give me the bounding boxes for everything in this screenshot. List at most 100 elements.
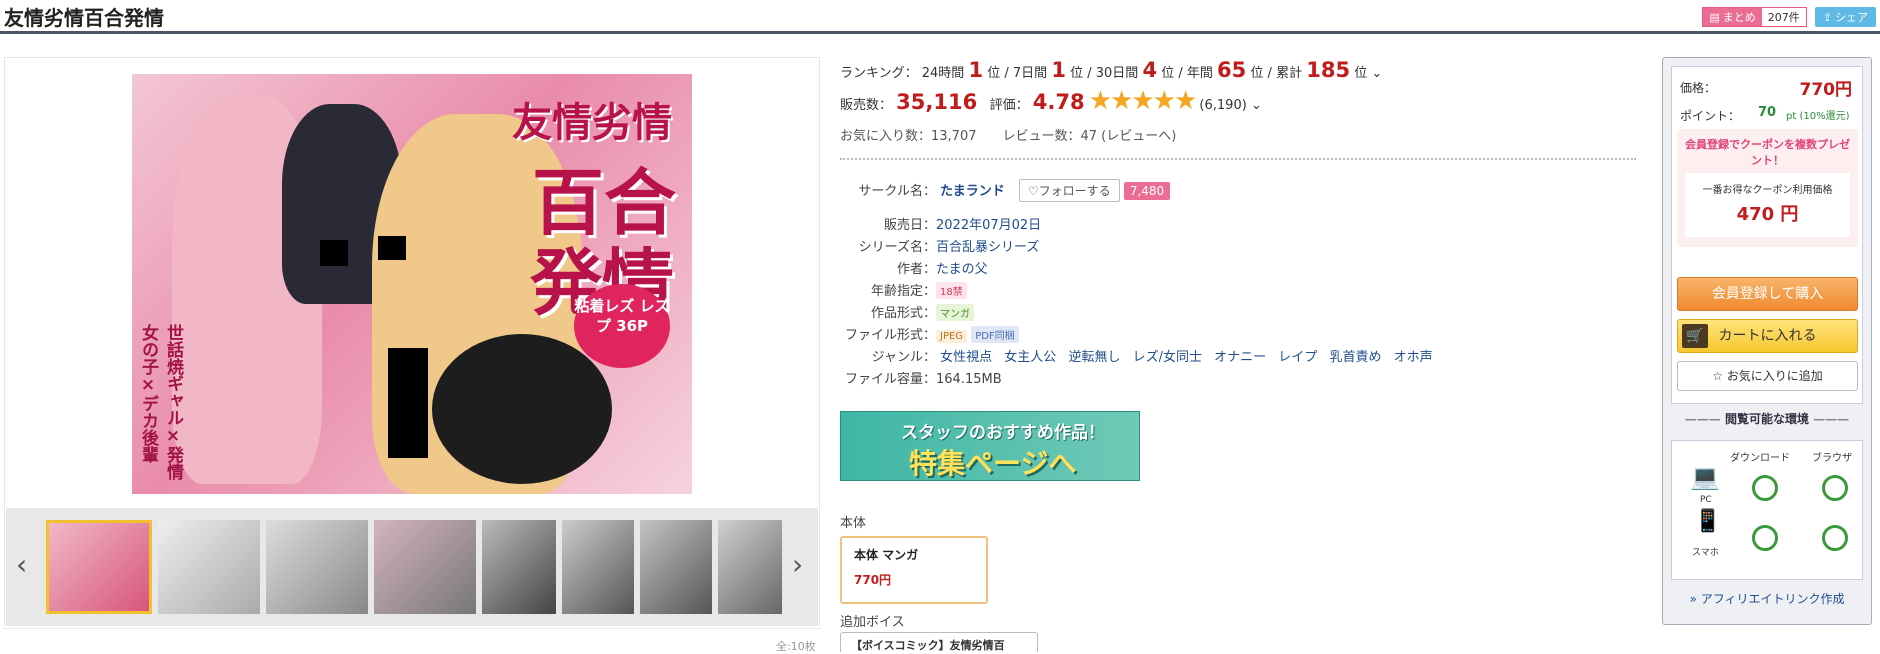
- sales-label: 販売数：: [840, 98, 893, 113]
- edition-option[interactable]: 本体 マンガ 770円: [840, 536, 988, 604]
- staff-pick-banner[interactable]: スタッフのおすすめ作品！ 特集ページへ: [840, 411, 1140, 481]
- register-purchase-button[interactable]: 会員登録して購入: [1677, 277, 1858, 311]
- rank-unit: 位: [1250, 66, 1264, 81]
- thumbnail[interactable]: [640, 520, 712, 614]
- rank-unit: 位: [987, 66, 1001, 81]
- rank-total: 185: [1306, 58, 1351, 82]
- format-badge[interactable]: マンガ: [936, 304, 974, 321]
- laptop-icon: 💻: [1690, 463, 1720, 491]
- rank-year: 65: [1217, 58, 1247, 82]
- censor-bar: [378, 236, 406, 260]
- date-link[interactable]: 2022年07月02日: [936, 218, 1041, 233]
- edition-name: 本体 マンガ: [854, 548, 919, 562]
- smartphone-icon: 📱: [1694, 509, 1722, 534]
- rank-7d-label: 7日間: [1012, 66, 1048, 81]
- genre-link[interactable]: 女主人公: [1004, 350, 1056, 365]
- author-link[interactable]: たまの父: [936, 262, 988, 277]
- circle-link[interactable]: たまランド: [940, 184, 1005, 199]
- genre-link[interactable]: レイプ: [1278, 350, 1317, 365]
- matome-label: まとめ: [1722, 11, 1756, 24]
- chevron-down-icon[interactable]: ⌄: [1251, 98, 1262, 113]
- genre-row: ジャンル： 女性視点 女主人公 逆転無し レズ/女同士 オナニー レイプ 乳首責…: [840, 346, 1640, 365]
- voice-option[interactable]: 【ボイスコミック】友情劣情百: [840, 632, 1038, 652]
- format-row: 作品形式： マンガ: [840, 302, 1640, 321]
- chevron-right-icon[interactable]: ›: [792, 548, 803, 581]
- format-label: 作品形式：: [870, 306, 936, 321]
- thumbnail[interactable]: [718, 520, 782, 614]
- thumbnail[interactable]: [482, 520, 556, 614]
- coupon-title: 会員登録でクーポンを複数プレゼント！: [1685, 138, 1850, 167]
- thumbnail[interactable]: [158, 520, 260, 614]
- ranking-row: ランキング： 24時間 1 位 / 7日間 1 位 / 30日間 4 位 / 年…: [840, 58, 1383, 82]
- heart-icon: ♡: [1027, 184, 1039, 198]
- rating-label: 評価：: [989, 98, 1029, 113]
- rating-count: (6,190): [1199, 98, 1247, 113]
- title-actions: ▤ まとめ 207件 ⇪ シェア: [1702, 7, 1876, 27]
- genre-link[interactable]: オホ声: [1394, 350, 1433, 365]
- chevron-down-icon[interactable]: ⌄: [1371, 66, 1382, 81]
- edition-section-label: 本体: [840, 516, 867, 531]
- available-icon: [1752, 475, 1778, 501]
- edition-price: 770円: [854, 573, 892, 587]
- product-gallery: 友情劣情 百合 発情 粘着レズ レズプ 36P 世話焼ギャル×発情女の子×デカ後…: [4, 57, 820, 629]
- env-smartphone-label: スマホ: [1692, 548, 1719, 558]
- genre-link[interactable]: 女性視点: [940, 350, 992, 365]
- chevron-left-icon[interactable]: ‹: [16, 548, 27, 581]
- age-row: 年齢指定： 18禁: [840, 280, 1640, 299]
- share-button[interactable]: ⇪ シェア: [1814, 7, 1876, 27]
- env-title-label: 閲覧可能な環境: [1724, 412, 1809, 426]
- circle-row: サークル名： たまランド ♡フォローする 7,480: [840, 179, 1640, 202]
- size-label: ファイル容量：: [844, 372, 936, 387]
- env-pc-label: PC: [1700, 495, 1712, 505]
- add-favorite-button[interactable]: ☆ お気に入りに追加: [1677, 361, 1858, 391]
- author-label: 作者：: [896, 262, 936, 277]
- purchase-card: 価格： 770円 ポイント： 70 pt (10%還元) 会員登録でクーポンを複…: [1671, 66, 1863, 404]
- thumbnail[interactable]: [46, 520, 152, 614]
- cover-badge: 粘着レズ レズプ 36P: [574, 284, 670, 368]
- rank-unit: 位: [1161, 66, 1175, 81]
- rank-year-label: 年間: [1186, 66, 1213, 81]
- matome-icon: ▤: [1709, 10, 1720, 24]
- point-unit: pt (10%還元): [1786, 111, 1850, 122]
- thumbnail[interactable]: [562, 520, 634, 614]
- age-badge[interactable]: 18禁: [936, 282, 967, 299]
- thumbnail[interactable]: [266, 520, 368, 614]
- size-row: ファイル容量：164.15MB: [840, 368, 1640, 387]
- thumbnail[interactable]: [374, 520, 476, 614]
- circle-label: サークル名：: [858, 184, 936, 199]
- genre-label: ジャンル：: [871, 350, 936, 365]
- follow-count: 7,480: [1123, 182, 1171, 200]
- rank-24h: 1: [968, 58, 984, 82]
- censor-bar: [388, 348, 428, 458]
- file-badge[interactable]: PDF同梱: [971, 326, 1019, 343]
- env-title: ——— 閲覧可能な環境 ———: [1684, 412, 1850, 426]
- sales-count: 35,116: [896, 90, 978, 114]
- series-row: シリーズ名：百合乱暴シリーズ: [840, 236, 1640, 255]
- rank-total-label: 累計: [1276, 66, 1303, 81]
- genre-link[interactable]: 逆転無し: [1068, 350, 1120, 365]
- file-label: ファイル形式：: [844, 328, 936, 343]
- follow-button[interactable]: ♡フォローする: [1018, 179, 1120, 202]
- genre-link[interactable]: 乳首責め: [1329, 350, 1381, 365]
- page-title: 友情劣情百合発情: [4, 6, 164, 30]
- environment-table: ダウンロード ブラウザ 💻 PC 📱 スマホ: [1671, 440, 1863, 580]
- date-label: 販売日：: [883, 218, 936, 233]
- share-icon: ⇪: [1822, 10, 1832, 24]
- env-download-label: ダウンロード: [1730, 453, 1790, 464]
- price-value: 770円: [1799, 80, 1853, 100]
- affiliate-link[interactable]: » アフィリエイトリンク作成: [1663, 590, 1871, 607]
- file-badge[interactable]: JPEG: [936, 330, 968, 343]
- coupon-box[interactable]: 会員登録でクーポンを複数プレゼント！ 一番お得なクーポン利用価格 470 円: [1677, 129, 1858, 247]
- genre-link[interactable]: レズ/女同士: [1133, 350, 1202, 365]
- stats-row: お気に入り数：13,707 レビュー数：47 (レビューへ): [840, 129, 1177, 144]
- genre-link[interactable]: オナニー: [1214, 350, 1266, 365]
- matome-button[interactable]: ▤ まとめ 207件: [1702, 7, 1807, 27]
- file-size: 164.15MB: [936, 372, 1002, 387]
- series-link[interactable]: 百合乱暴シリーズ: [936, 240, 1039, 255]
- cover-image[interactable]: 友情劣情 百合 発情 粘着レズ レズプ 36P 世話焼ギャル×発情女の子×デカ後…: [132, 74, 692, 494]
- price-label: 価格：: [1680, 81, 1717, 95]
- thumbnail-strip: ‹ ›: [6, 508, 818, 626]
- star-rating-icon: ★★★★★: [1088, 86, 1198, 116]
- divider: [840, 158, 1636, 160]
- add-to-cart-button[interactable]: 🛒 カートに入れる: [1677, 319, 1858, 353]
